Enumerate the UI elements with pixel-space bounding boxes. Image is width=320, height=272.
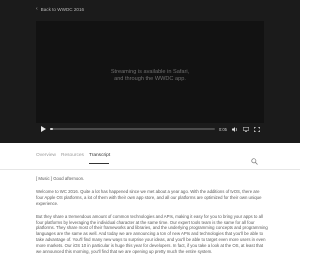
- fullscreen-button[interactable]: [253, 126, 260, 132]
- tab-resources[interactable]: Resources: [61, 153, 84, 158]
- streaming-notice: Streaming is available in Safari, and th…: [36, 69, 264, 83]
- tab-overview[interactable]: Overview: [36, 153, 56, 158]
- play-icon: [40, 126, 46, 132]
- chevron-left-icon: ‹: [36, 6, 38, 12]
- volume-button[interactable]: [231, 126, 238, 132]
- transcript: [ Music ] Good afternoon. Welcome to WC …: [36, 176, 268, 262]
- fullscreen-icon: [253, 126, 260, 132]
- airplay-icon: [242, 126, 249, 132]
- progress-fill: [50, 128, 54, 130]
- play-button[interactable]: [40, 126, 46, 132]
- transcript-paragraph: But they share a tremendous amount of co…: [36, 213, 268, 255]
- back-link-label: Back to WWDC 2016: [40, 7, 85, 12]
- airplay-button[interactable]: [242, 126, 249, 132]
- search-icon: [251, 158, 258, 165]
- elapsed-time: 0:05: [218, 126, 227, 132]
- transcript-paragraph: [ Music ] Good afternoon.: [36, 176, 85, 181]
- active-tab-indicator: [89, 163, 109, 164]
- tab-transcript[interactable]: Transcript: [89, 153, 110, 158]
- streaming-notice-line-1: Streaming is available in Safari,: [110, 69, 190, 75]
- player-controls: 0:05: [36, 123, 264, 135]
- volume-icon: [231, 126, 237, 132]
- transcript-paragraph: Welcome to WC 2016. Quite a lot has happ…: [36, 188, 262, 206]
- back-link[interactable]: ‹ Back to WWDC 2016: [36, 6, 85, 13]
- streaming-notice-line-2: and through the WWDC app.: [114, 76, 186, 82]
- search-button[interactable]: [251, 152, 258, 165]
- video-area[interactable]: Streaming is available in Safari, and th…: [36, 21, 264, 123]
- video-player: ‹ Back to WWDC 2016 Streaming is availab…: [0, 0, 300, 143]
- progress-scrubber[interactable]: [50, 128, 215, 130]
